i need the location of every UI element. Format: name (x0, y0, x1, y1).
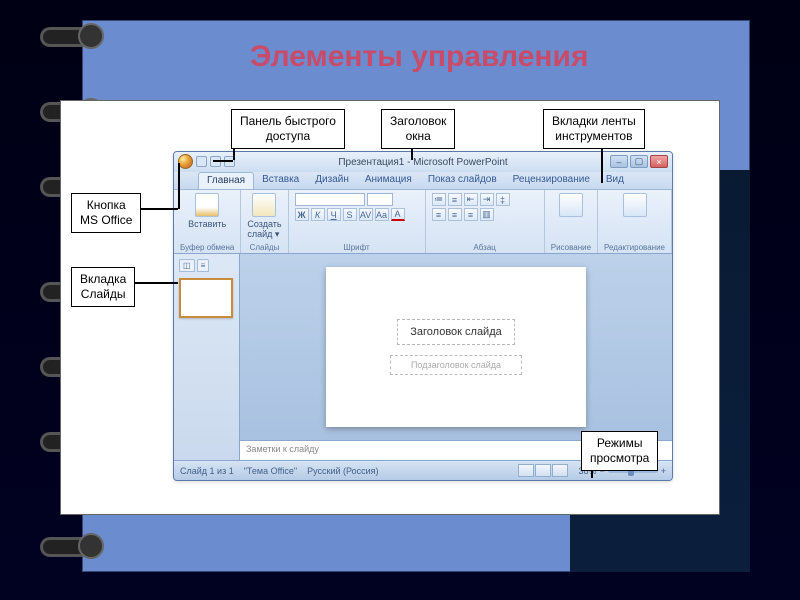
zoom-in-icon[interactable]: + (661, 466, 666, 476)
group-label: Буфер обмена (180, 243, 234, 252)
ribbon-group-slides: Создатьслайд ▾ Слайды (241, 190, 288, 253)
edit-area: Заголовок слайда Подзаголовок слайда Зам… (240, 254, 672, 460)
ribbon-group-editing: Редактирование (598, 190, 672, 253)
thumb-tab-slides[interactable]: ◫ (179, 259, 195, 272)
columns-button[interactable]: ▥ (480, 208, 494, 221)
tab-home[interactable]: Главная (198, 172, 254, 189)
group-label: Редактирование (604, 243, 665, 252)
slide-canvas[interactable]: Заголовок слайда Подзаголовок слайда (240, 254, 672, 440)
workspace: ◫ ≡ Заголовок слайда Подзаголовок слайда… (174, 254, 672, 460)
callout-window-title: Заголовококна (381, 109, 455, 149)
shapes-icon (559, 193, 583, 217)
lead-slides (133, 282, 178, 284)
thumb-tab-outline[interactable]: ≡ (197, 259, 210, 272)
maximize-button[interactable]: ▢ (630, 155, 648, 168)
case-button[interactable]: Aa (375, 208, 389, 221)
group-label: Рисование (551, 243, 591, 252)
bold-button[interactable]: Ж (295, 208, 309, 221)
callout-ribbon-tabs: Вкладки лентыинструментов (543, 109, 645, 149)
callout-slides-tab: ВкладкаСлайды (71, 267, 135, 307)
group-label: Абзац (432, 243, 538, 252)
view-mode-buttons[interactable] (518, 464, 568, 477)
underline-button[interactable]: Ч (327, 208, 341, 221)
minimize-button[interactable]: – (610, 155, 628, 168)
group-label: Шрифт (295, 243, 419, 252)
lead-qat (213, 160, 233, 162)
italic-button[interactable]: К (311, 208, 325, 221)
indent-inc-button[interactable]: ⇥ (480, 193, 494, 206)
thumb-tabs[interactable]: ◫ ≡ (179, 259, 234, 272)
lead-ribbontabs (601, 143, 603, 183)
annotated-screenshot: Панель быстрогодоступа Заголовококна Вкл… (60, 100, 720, 515)
line-spacing-button[interactable]: ‡ (496, 193, 510, 206)
font-color-button[interactable]: A (391, 208, 405, 221)
quick-access-toolbar[interactable] (178, 154, 235, 169)
status-language: Русский (Россия) (307, 466, 378, 476)
tab-animation[interactable]: Анимация (357, 172, 420, 189)
window-title-text: Презентация1 - Microsoft PowerPoint (338, 157, 507, 168)
qat-undo-icon[interactable] (210, 156, 221, 167)
new-slide-icon (252, 193, 276, 217)
ribbon-group-drawing: Рисование (545, 190, 598, 253)
ribbon-group-clipboard: Вставить Буфер обмена (174, 190, 241, 253)
shadow-button[interactable]: AV (359, 208, 373, 221)
tab-slideshow[interactable]: Показ слайдов (420, 172, 505, 189)
lead-office (178, 163, 180, 209)
close-button[interactable]: × (650, 155, 668, 168)
new-slide-button[interactable]: Создатьслайд ▾ (247, 193, 281, 240)
page-title: Элементы управления (250, 40, 588, 74)
strike-button[interactable]: S (343, 208, 357, 221)
status-slide-count: Слайд 1 из 1 (180, 466, 234, 476)
normal-view-button[interactable] (518, 464, 534, 477)
title-placeholder[interactable]: Заголовок слайда (397, 319, 515, 345)
drawing-button[interactable] (551, 193, 591, 217)
find-icon (623, 193, 647, 217)
ribbon-group-paragraph: ≔ ≡ ⇤ ⇥ ‡ ≡ ≡ ≡ ▥ Абзац (426, 190, 545, 253)
slide-thumbnail-1[interactable] (179, 278, 233, 318)
callout-office-button: КнопкаMS Office (71, 193, 141, 233)
font-size-select[interactable] (367, 193, 393, 206)
slide: Заголовок слайда Подзаголовок слайда (326, 267, 586, 427)
numbering-button[interactable]: ≡ (448, 193, 462, 206)
ribbon-tabs: Главная Вставка Дизайн Анимация Показ сл… (174, 172, 672, 190)
paste-button[interactable]: Вставить (180, 193, 234, 229)
clipboard-icon (195, 193, 219, 217)
align-center-button[interactable]: ≡ (448, 208, 462, 221)
office-button[interactable] (178, 154, 193, 169)
indent-dec-button[interactable]: ⇤ (464, 193, 478, 206)
sorter-view-button[interactable] (535, 464, 551, 477)
title-bar: Презентация1 - Microsoft PowerPoint – ▢ … (174, 152, 672, 172)
tab-review[interactable]: Рецензирование (505, 172, 598, 189)
tab-view[interactable]: Вид (598, 172, 632, 189)
callout-qat: Панель быстрогодоступа (231, 109, 345, 149)
group-label: Слайды (247, 243, 281, 252)
status-theme: "Тема Office" (244, 466, 297, 476)
paste-label: Вставить (188, 219, 226, 229)
subtitle-placeholder[interactable]: Подзаголовок слайда (390, 355, 522, 375)
ribbon: Вставить Буфер обмена Создатьслайд ▾ Сла… (174, 190, 672, 254)
tab-insert[interactable]: Вставка (254, 172, 307, 189)
new-slide-label: Создатьслайд ▾ (247, 219, 281, 240)
qat-save-icon[interactable] (196, 156, 207, 167)
tab-design[interactable]: Дизайн (307, 172, 357, 189)
callout-view-modes: Режимыпросмотра (581, 431, 658, 471)
ribbon-group-font: Ж К Ч S AV Aa A Шрифт (289, 190, 426, 253)
editing-button[interactable] (604, 193, 665, 217)
slides-panel: ◫ ≡ (174, 254, 240, 460)
align-right-button[interactable]: ≡ (464, 208, 478, 221)
align-left-button[interactable]: ≡ (432, 208, 446, 221)
slideshow-view-button[interactable] (552, 464, 568, 477)
bullets-button[interactable]: ≔ (432, 193, 446, 206)
font-family-select[interactable] (295, 193, 365, 206)
